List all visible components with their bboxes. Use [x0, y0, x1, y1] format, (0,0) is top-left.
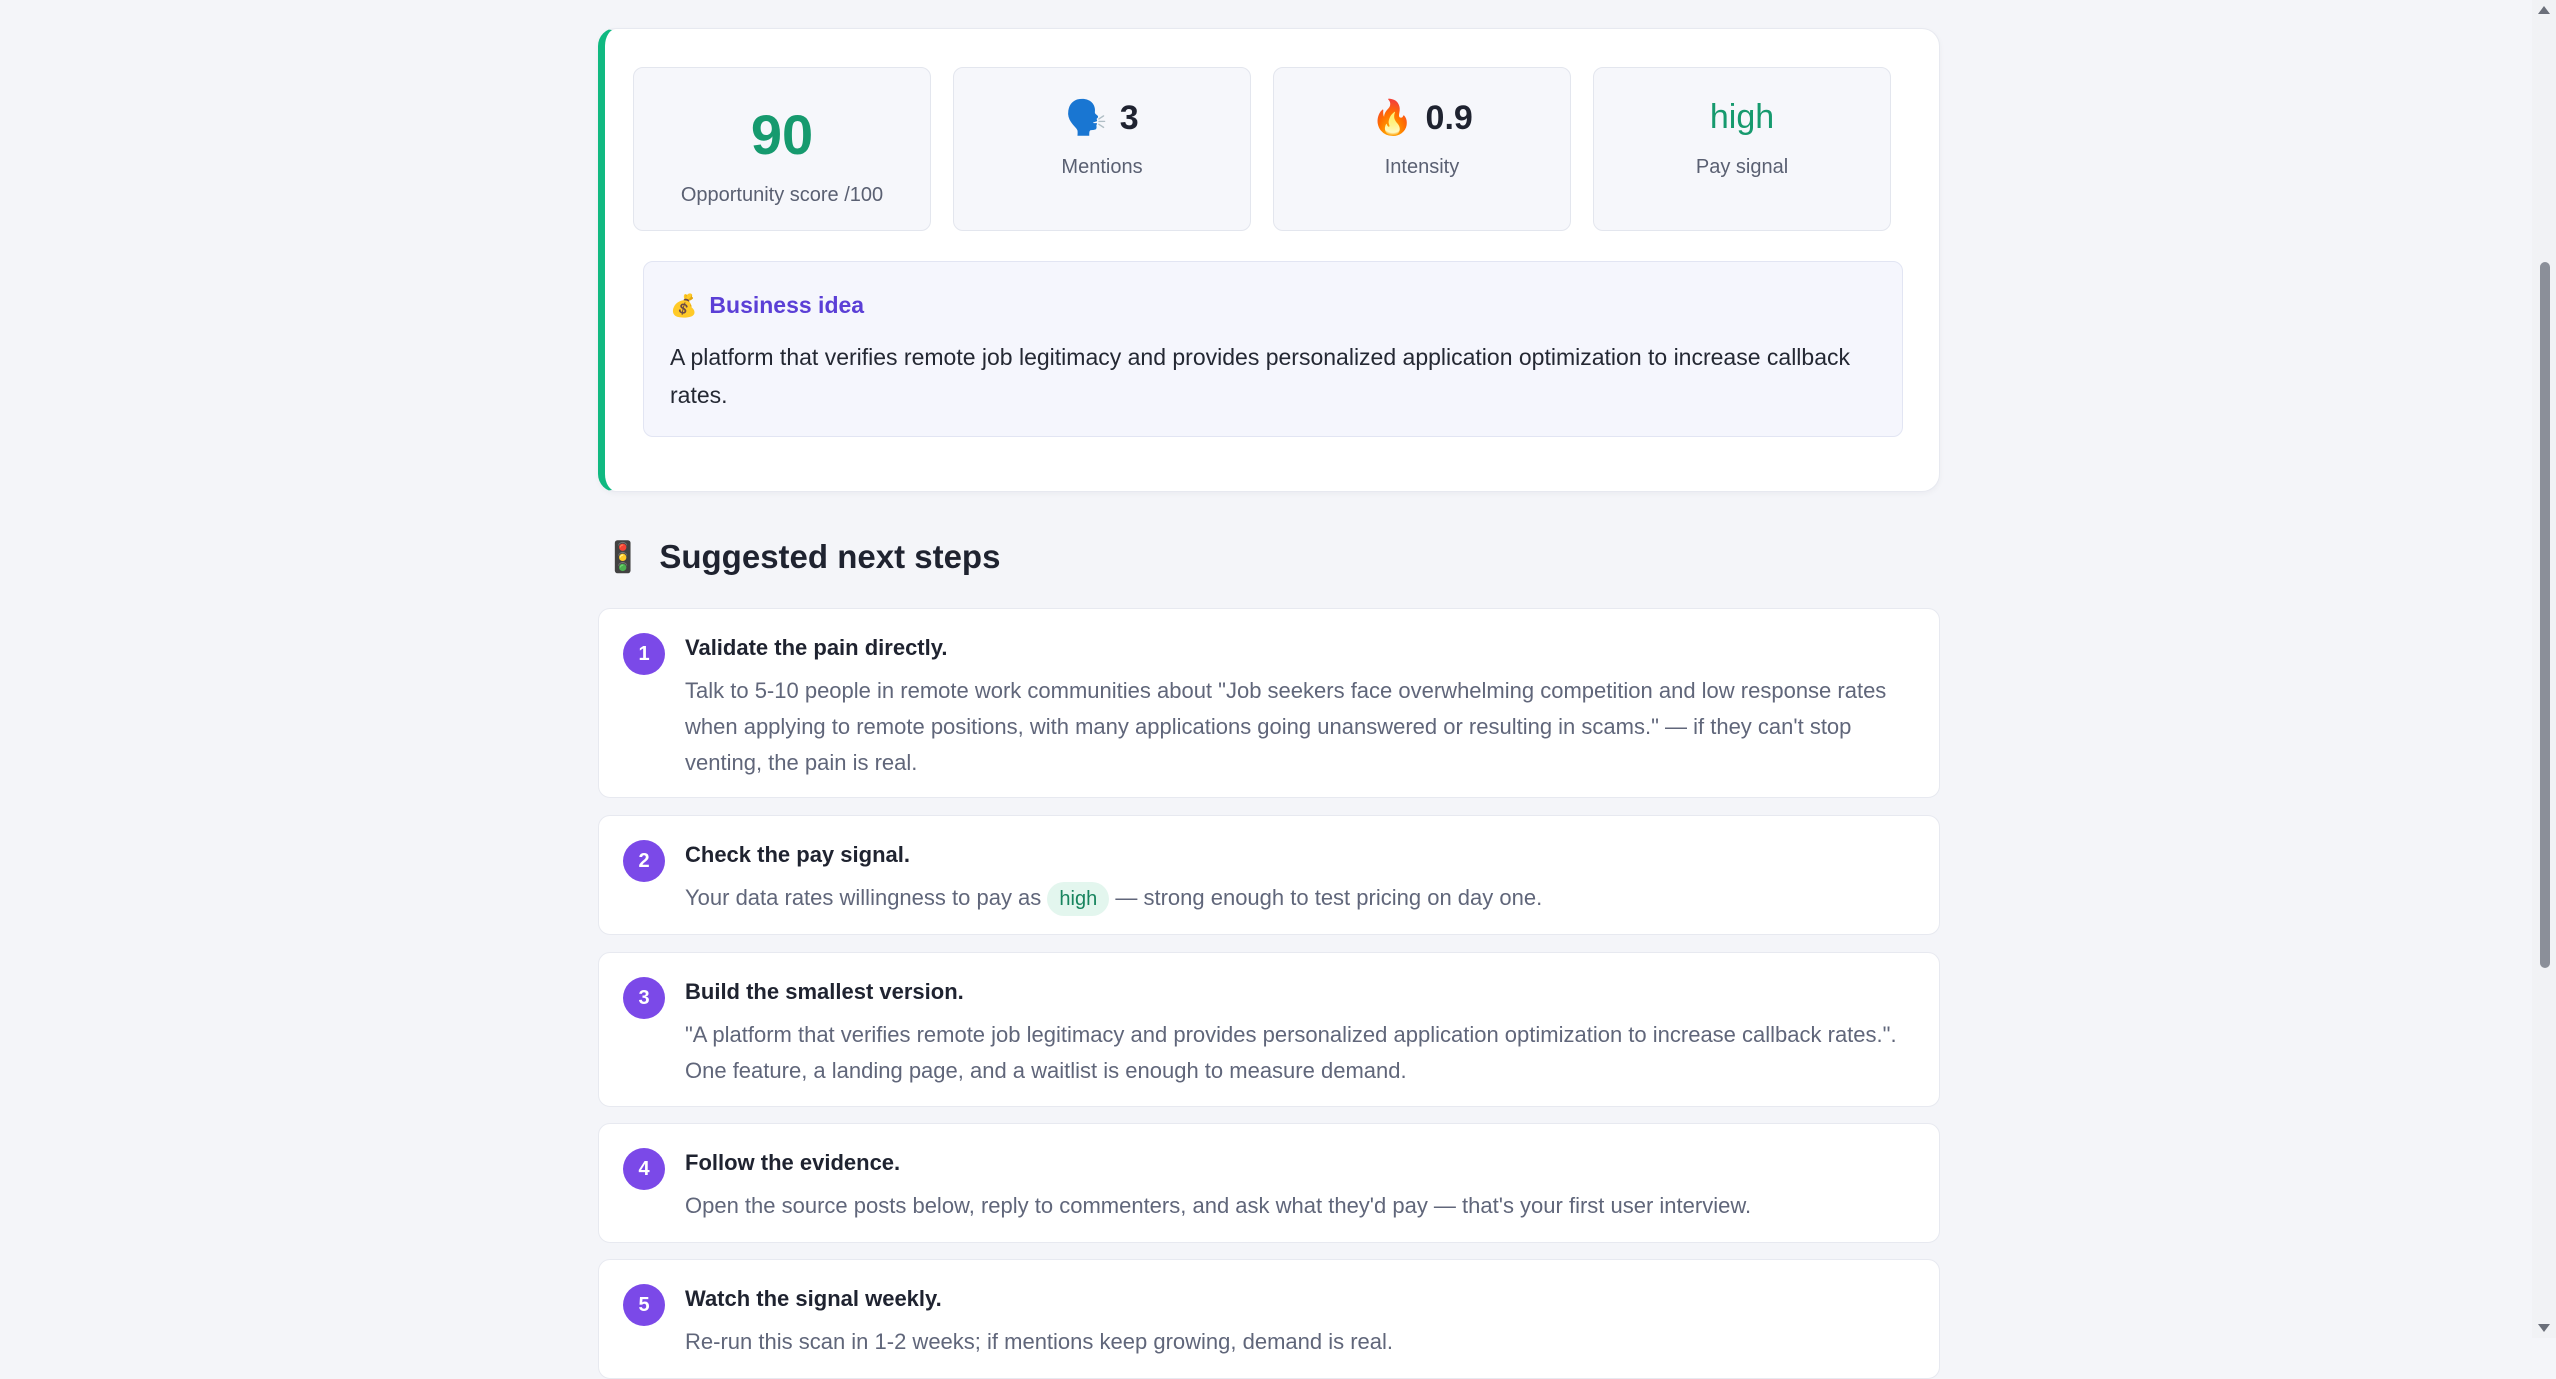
scrollbar-thumb[interactable] [2540, 262, 2550, 968]
vertical-scrollbar[interactable] [2532, 0, 2556, 1338]
business-idea-box: 💰 Business idea A platform that verifies… [643, 261, 1903, 437]
pay-signal-card: high Pay signal [1593, 67, 1891, 231]
step-title: Follow the evidence. [685, 1150, 901, 1175]
step-number: 2 [623, 840, 665, 882]
step-title: Build the smallest version. [685, 979, 964, 1004]
step-body: "A platform that verifies remote job leg… [685, 1022, 1897, 1083]
step-card-1: 1 Validate the pain directly. Talk to 5-… [598, 608, 1940, 798]
fire-icon: 🔥 [1371, 99, 1414, 137]
step-body: Talk to 5-10 people in remote work commu… [685, 678, 1887, 775]
scroll-up-arrow-icon[interactable] [2538, 6, 2550, 14]
step-body: Open the source posts below, reply to co… [685, 1193, 1752, 1218]
step-card-2: 2 Check the pay signal. Your data rates … [598, 815, 1940, 935]
money-bag-icon: 💰 [670, 292, 698, 318]
intensity-value: 0.9 [1425, 98, 1473, 137]
scroll-down-arrow-icon[interactable] [2538, 1324, 2550, 1332]
step-card-4: 4 Follow the evidence. Open the source p… [598, 1123, 1940, 1243]
opportunity-score-value: 90 [750, 103, 814, 166]
mentions-value: 3 [1119, 98, 1139, 137]
intensity-label: Intensity [1384, 156, 1460, 178]
business-idea-text: A platform that verifies remote job legi… [670, 344, 1850, 408]
pay-signal-badge: high [1047, 882, 1110, 917]
mentions-label: Mentions [1061, 156, 1143, 178]
step-number: 3 [623, 977, 665, 1019]
step-title: Validate the pain directly. [685, 635, 948, 660]
pay-signal-label: Pay signal [1695, 156, 1789, 178]
step-number: 1 [623, 633, 665, 675]
step-body: Re-run this scan in 1-2 weeks; if mentio… [685, 1329, 1394, 1354]
step-card-5: 5 Watch the signal weekly. Re-run this s… [598, 1259, 1940, 1379]
next-steps-title: Suggested next steps [659, 538, 1001, 575]
step-title: Watch the signal weekly. [685, 1286, 942, 1311]
intensity-card: 🔥 0.9 Intensity [1273, 67, 1571, 231]
pay-signal-value: high [1709, 98, 1775, 136]
business-idea-title: Business idea [709, 292, 865, 318]
speaking-head-icon: 🗣️ [1065, 99, 1108, 137]
step-number: 5 [623, 1284, 665, 1326]
step-card-3: 3 Build the smallest version. "A platfor… [598, 952, 1940, 1107]
opportunity-score-label: Opportunity score /100 [680, 184, 884, 206]
step-number: 4 [623, 1148, 665, 1190]
step-title: Check the pay signal. [685, 842, 910, 867]
opportunity-score-card: 90 Opportunity score /100 [633, 67, 931, 231]
step-body-suffix: — strong enough to test pricing on day o… [1115, 885, 1543, 910]
next-steps-heading: 🚦 Suggested next steps [604, 538, 1000, 576]
mentions-card: 🗣️ 3 Mentions [953, 67, 1251, 231]
step-body: Your data rates willingness to pay as hi… [685, 880, 1915, 917]
opportunity-summary-card: 90 Opportunity score /100 🗣️ 3 Mentions … [598, 28, 1940, 492]
step-body-prefix: Your data rates willingness to pay as [685, 885, 1042, 910]
traffic-light-icon: 🚦 [604, 540, 642, 574]
